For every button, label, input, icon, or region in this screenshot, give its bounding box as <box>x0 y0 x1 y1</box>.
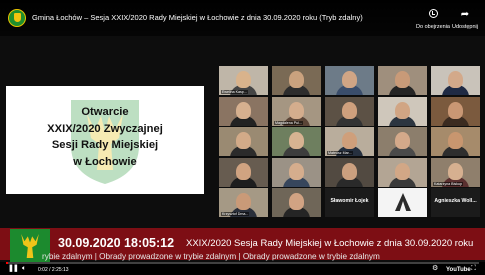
time-display: 0:02 / 2:25:13 <box>38 267 69 273</box>
participant-tile <box>219 157 268 187</box>
participant-tile <box>431 96 480 126</box>
participant-tile <box>325 157 374 187</box>
participant-face <box>342 101 357 119</box>
participant-tile-slawomir: Sławomir Łojek <box>325 188 374 217</box>
participant-face <box>236 71 251 88</box>
participant-face <box>289 193 304 210</box>
participant-tile <box>272 188 321 217</box>
participant-face <box>395 71 410 88</box>
video-player[interactable]: Gmina Łochów – Sesja XXIX/2020 Rady Miej… <box>0 0 485 275</box>
participant-tile <box>325 66 374 95</box>
participant-name: Magdalena Pul... <box>274 120 303 125</box>
participant-tile: Mateusz Mar... <box>325 127 374 156</box>
participant-face <box>342 71 357 88</box>
participant-tile <box>378 127 427 156</box>
participant-tile: Ewelina Kasp... <box>219 66 268 95</box>
organization-logo-icon <box>395 193 411 211</box>
participant-face <box>448 101 463 119</box>
participant-tile <box>325 96 374 126</box>
settings-gear-icon[interactable]: ⚙ <box>432 265 438 273</box>
progress-bar[interactable] <box>6 262 479 264</box>
player-top-bar: Gmina Łochów – Sesja XXIX/2020 Rady Miej… <box>0 0 485 36</box>
share-arrow-icon: ➦ <box>460 9 470 20</box>
clock-icon <box>416 9 450 21</box>
participant-face <box>448 71 463 88</box>
participant-tile <box>272 157 321 187</box>
watch-later-label: Do obejrzenia <box>416 24 450 30</box>
participant-name: Mateusz Mar... <box>327 151 353 155</box>
title-line-3: Sesji Rady Miejskiej <box>51 139 159 151</box>
participants-grid: Ewelina Kasp... Magdalena Pul... Mateusz M… <box>219 66 481 217</box>
participant-tile <box>272 127 321 156</box>
participant-tile: Katarzyna Biskup <box>431 157 480 187</box>
participant-face <box>395 101 410 119</box>
ticker-datetime: 30.09.2020 18:05:12 <box>58 236 175 250</box>
participant-tile <box>431 66 480 95</box>
participant-face <box>236 132 251 149</box>
volume-icon[interactable]: 🔈︎ <box>22 265 26 273</box>
participant-tile <box>378 157 427 187</box>
participant-face <box>289 101 304 119</box>
participant-name: Sławomir Łojek <box>330 198 369 204</box>
participant-face <box>448 132 463 149</box>
ticker-scroll-text: rybie zdalnym | Obrady prowadzone w tryb… <box>42 252 380 261</box>
participant-tile <box>431 127 480 156</box>
fullscreen-icon[interactable]: ⛶ <box>471 265 476 273</box>
participant-face <box>395 132 410 149</box>
progress-fill <box>6 262 8 264</box>
share-label: Udostępnij <box>452 24 478 30</box>
participant-face <box>289 71 304 88</box>
participant-face <box>236 101 251 119</box>
participant-tile <box>378 66 427 95</box>
youtube-logo[interactable]: YouTube <box>446 266 471 274</box>
participant-tile: Magdalena Pul... <box>272 96 321 126</box>
participant-tile <box>272 66 321 95</box>
participant-face <box>236 193 251 210</box>
participant-face <box>289 162 304 180</box>
participant-face <box>342 162 357 180</box>
participant-tile <box>219 96 268 126</box>
ticker-headline: XXIX/2020 Sesja Rady Miejskiej w Łochowi… <box>186 238 474 249</box>
session-title-text: Otwarcie XXIX/2020 Zwyczajnej Sesji Rady… <box>6 104 204 170</box>
watch-later-button[interactable]: Do obejrzenia <box>416 9 450 30</box>
participant-face <box>289 132 304 149</box>
participant-face <box>236 162 251 180</box>
pause-button[interactable]: ❚❚ <box>8 265 19 273</box>
channel-logo-icon[interactable] <box>8 9 26 27</box>
participant-face <box>448 162 463 180</box>
participant-face <box>342 132 357 149</box>
participant-name: Krzysztof Dma... <box>221 212 250 216</box>
participant-tile <box>219 127 268 156</box>
title-line-1: Otwarcie <box>81 106 129 118</box>
title-line-2: XXIX/2020 Zwyczajnej <box>47 122 163 135</box>
participant-tile-agnieszka: Agnieszka Woll... <box>431 188 480 217</box>
participant-tile <box>378 96 427 126</box>
participant-tile-logo <box>378 188 427 217</box>
participant-name: Ewelina Kasp... <box>221 90 248 94</box>
title-line-4: w Łochowie <box>73 155 137 168</box>
participant-name: Agnieszka Woll... <box>434 198 477 204</box>
participant-face <box>395 162 410 180</box>
participant-name: Katarzyna Biskup <box>433 181 463 186</box>
participant-tile: Krzysztof Dma... <box>219 188 268 217</box>
session-title-card: Otwarcie XXIX/2020 Zwyczajnej Sesji Rady… <box>6 86 204 194</box>
share-button[interactable]: ➦ Udostępnij <box>448 9 482 30</box>
video-title[interactable]: Gmina Łochów – Sesja XXIX/2020 Rady Miej… <box>32 13 363 22</box>
